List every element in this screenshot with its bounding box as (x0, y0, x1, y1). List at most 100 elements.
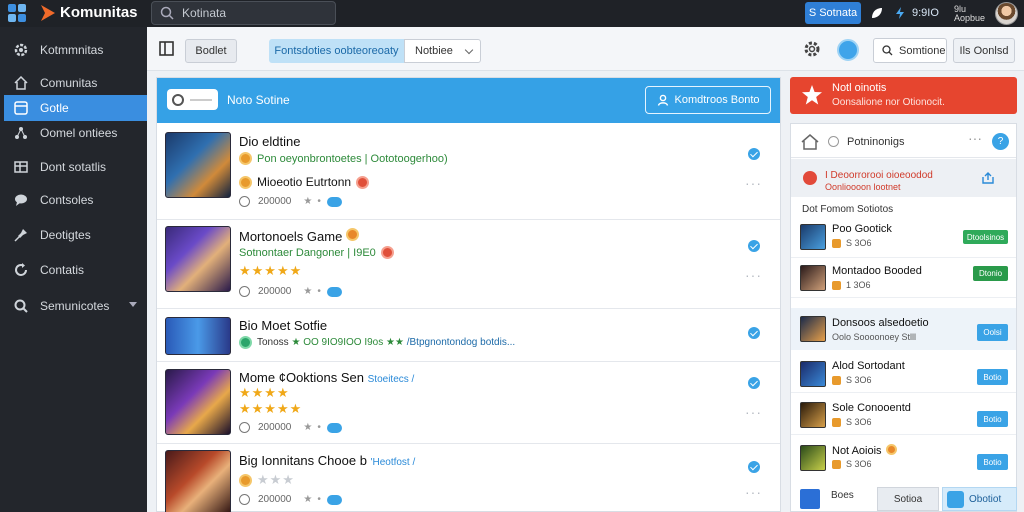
layout-icon[interactable] (159, 41, 174, 56)
status-button[interactable]: S Sotnata (805, 2, 861, 24)
search-button[interactable]: Somtione (873, 38, 947, 63)
sidebar-item-comunitas[interactable]: Comunitas (0, 70, 147, 96)
more-icon[interactable]: ··· (745, 404, 762, 420)
filter-pill[interactable]: Fontsdoties oobteoreoaty (269, 39, 404, 63)
sidebar-item-kotmmnitas[interactable]: Kotmmnitas (0, 37, 147, 63)
alert-icon (803, 171, 817, 185)
gear-icon[interactable] (803, 40, 821, 58)
top-search-input[interactable] (182, 6, 322, 20)
star-icon: ★ (303, 286, 313, 297)
more-icon[interactable]: ··· (968, 130, 982, 146)
item-title[interactable]: Not Aoiois (832, 444, 897, 457)
game-title[interactable]: Mome ¢Ooktions Sen Stoeitecs / (239, 370, 414, 385)
game-thumbnail[interactable] (165, 132, 231, 198)
item-title[interactable]: Montadoo Booded (832, 265, 922, 277)
bottom-strip: Boes Sotioa Obotiot (790, 484, 1017, 512)
chevron-down-icon[interactable] (129, 302, 137, 307)
top-search-box[interactable] (151, 1, 336, 25)
list-item[interactable]: Alod Sortodant S 3O6 Botio (791, 351, 1016, 393)
chat-icon (15, 194, 27, 206)
sidebar-item-oomel-ontiees[interactable]: Oomel ontiees (0, 120, 147, 146)
coin-icon (832, 375, 841, 385)
verified-icon (748, 148, 760, 160)
sidebar-item-semunicotes[interactable]: Semunicotes (0, 293, 147, 319)
item-action-button[interactable]: Dtoolsinos (963, 230, 1008, 244)
item-action-button[interactable]: Botio (977, 411, 1008, 427)
right-panel-title: Potninonigs (847, 136, 905, 148)
app-logo-icon[interactable] (8, 4, 28, 23)
item-sub: S 3O6 (832, 375, 872, 385)
game-title[interactable]: Big Ionnitans Chooe b 'Heotfost / (239, 453, 415, 468)
item-thumbnail (800, 361, 826, 387)
user-avatar[interactable] (995, 2, 1018, 25)
game-thumbnail[interactable] (165, 369, 231, 435)
list-item[interactable]: Sole Conooentd S 3O6 Botio (791, 393, 1016, 435)
app-icon (947, 490, 964, 508)
bottom-primary-button[interactable]: Obotiot (942, 487, 1017, 511)
game-row[interactable]: Dio eldtine Pon oeyonbrontoetes | Oototo… (157, 123, 780, 220)
coin-icon (239, 175, 252, 189)
view-toggle[interactable] (167, 89, 218, 110)
circle-icon (172, 93, 184, 106)
list-item[interactable]: Donsoos alsedoetio Oolo Soooonoey Stlll … (791, 308, 1016, 350)
panel-header: Noto Sotine Komdtroos Bonto (157, 78, 780, 123)
user-line-2: Aopbue (954, 13, 986, 23)
game-title[interactable]: Dio eldtine (239, 134, 300, 149)
sidebar-item-contsoles[interactable]: Contsoles (0, 187, 147, 213)
more-icon[interactable]: ··· (745, 484, 762, 500)
app-name: Komunitas (60, 4, 138, 21)
sidebar-item-deotigtes[interactable]: Deotigtes (0, 222, 147, 248)
game-row[interactable]: Big Ionnitans Chooe b 'Heotfost / ★★★ 20… (157, 444, 780, 512)
item-action-button[interactable]: Dtonio (973, 266, 1008, 281)
search-button-label: Somtione (899, 44, 946, 57)
sync-icon[interactable] (837, 39, 859, 61)
item-thumbnail (800, 265, 826, 291)
more-icon[interactable]: ··· (745, 175, 762, 191)
item-title[interactable]: Poo Gootick (832, 223, 892, 235)
star-rating: ★★★★★ (239, 401, 303, 416)
game-thumbnail[interactable] (165, 450, 231, 512)
item-action-button[interactable]: Botio (977, 369, 1008, 385)
help-icon[interactable]: ? (992, 133, 1009, 150)
game-thumbnail[interactable] (165, 226, 231, 292)
grid-button[interactable]: Bodlet (185, 39, 237, 63)
game-row[interactable]: Mome ¢Ooktions Sen Stoeitecs / ★★★★ ★★★★… (157, 362, 780, 444)
sidebar-item-gotle[interactable]: Gotle (4, 95, 147, 121)
alert-box[interactable]: I Deoorrorooi oioeoodod Oonlioooon lootn… (791, 159, 1016, 197)
game-row[interactable]: Mortonoels Game Sotnontaer Dangoner | I9… (157, 220, 780, 309)
star-rating: ★★★ (239, 472, 295, 488)
select-value: Notbiee (415, 45, 453, 57)
coin-icon (832, 238, 841, 248)
secondary-button[interactable]: Ils Oonlsd (953, 38, 1015, 63)
game-title[interactable]: Bio Moet Sotfie (239, 318, 327, 333)
item-action-button[interactable]: Oolsi (977, 324, 1008, 341)
game-title[interactable]: Mortonoels Game (239, 228, 360, 244)
bolt-icon[interactable] (893, 6, 907, 20)
more-icon[interactable]: ··· (745, 267, 762, 283)
sidebar-item-contatis[interactable]: Contatis (0, 257, 147, 283)
filter-select[interactable]: Notbiee (404, 39, 481, 63)
bottom-button[interactable]: Sotioa (877, 487, 939, 511)
clock-icon (239, 286, 250, 297)
item-title[interactable]: Sole Conooentd (832, 402, 911, 414)
verified-icon (748, 327, 760, 339)
leaf-icon[interactable] (870, 6, 884, 20)
item-action-button[interactable]: Botio (977, 454, 1008, 470)
game-thumbnail[interactable] (165, 317, 231, 355)
header-action-button[interactable]: Komdtroos Bonto (645, 86, 771, 114)
option-icon[interactable] (828, 136, 839, 147)
sidebar-item-dont-sotatlis[interactable]: Dont sotatlis (0, 154, 147, 180)
item-title[interactable]: Alod Sortodant (832, 360, 905, 372)
game-row[interactable]: Bio Moet Sotfie Tonoss ★ OO 9IO9IOO I9os… (157, 309, 780, 362)
notification-banner[interactable]: Notl oinotis Oonsalione nor Otionocit. (790, 77, 1017, 114)
list-item[interactable]: Poo Gootick S 3O6 Dtoolsinos (791, 216, 1016, 258)
list-item[interactable]: Not Aoiois S 3O6 Botio (791, 435, 1016, 483)
game-list-panel: Noto Sotine Komdtroos Bonto Dio eldtine … (156, 77, 781, 512)
sidebar-item-label: Deotigtes (40, 228, 91, 242)
share-icon[interactable] (982, 172, 994, 184)
home-icon[interactable] (801, 134, 819, 150)
item-sub: S 3O6 (832, 238, 872, 248)
game-subtitle: Pon oeyonbrontoetes | Oototoogerhoo) (239, 152, 448, 165)
item-title[interactable]: Donsoos alsedoetio (832, 317, 929, 329)
list-item[interactable]: Montadoo Booded 1 3O6 Dtonio (791, 258, 1016, 298)
